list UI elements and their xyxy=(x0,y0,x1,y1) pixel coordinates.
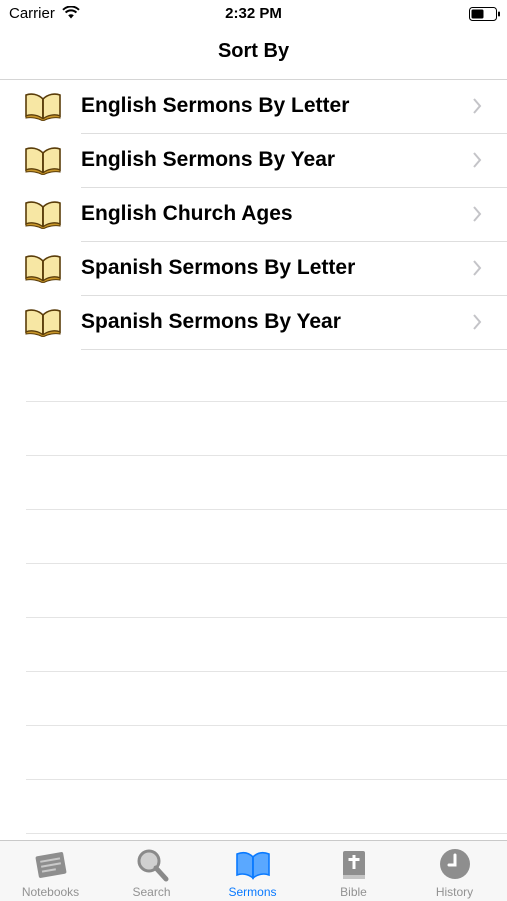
list-item-label: English Sermons By Year xyxy=(81,148,336,171)
page-title: Sort By xyxy=(217,40,290,62)
status-bar: Carrier 2:32 PM xyxy=(0,0,507,28)
chevron-right-icon xyxy=(473,98,482,114)
chevron-right-icon xyxy=(473,260,482,276)
list-item-label: English Sermons By Letter xyxy=(81,94,350,117)
tab-label: Sermons xyxy=(228,885,277,899)
open-book-icon xyxy=(235,851,270,880)
empty-row-divider xyxy=(26,563,507,564)
notebook-icon xyxy=(35,852,66,878)
bible-icon xyxy=(342,851,365,879)
list-item[interactable]: Spanish Sermons By Year xyxy=(0,296,507,350)
tab-label: Notebooks xyxy=(21,885,80,899)
list-item-label: Spanish Sermons By Letter xyxy=(81,256,356,279)
list-item[interactable]: English Sermons By Year xyxy=(0,134,507,188)
chevron-right-icon xyxy=(473,206,482,222)
tab-sermons[interactable]: Sermons xyxy=(202,841,303,901)
clock-time: 2:32 PM xyxy=(225,5,282,22)
book-icon xyxy=(25,255,61,283)
tab-bar: Notebooks Search Sermons Bible History xyxy=(0,840,507,901)
tab-label: Bible xyxy=(340,885,367,899)
list-item-label: Spanish Sermons By Year xyxy=(81,310,341,333)
sort-options-list: English Sermons By Letter English Sermon… xyxy=(0,80,507,350)
empty-row-divider xyxy=(26,455,507,456)
list-item[interactable]: Spanish Sermons By Letter xyxy=(0,242,507,296)
chevron-right-icon xyxy=(473,152,482,168)
magnifier-icon xyxy=(137,849,168,882)
book-icon xyxy=(25,309,61,337)
empty-row-divider xyxy=(26,401,507,402)
tab-label: Search xyxy=(132,885,171,899)
empty-row-divider xyxy=(26,779,507,780)
book-icon xyxy=(25,93,61,121)
chevron-right-icon xyxy=(473,314,482,330)
empty-row-divider xyxy=(26,833,507,834)
empty-row-divider xyxy=(26,509,507,510)
book-icon xyxy=(25,147,61,175)
list-item[interactable]: English Sermons By Letter xyxy=(0,80,507,134)
empty-row-divider xyxy=(26,725,507,726)
tab-bible[interactable]: Bible xyxy=(303,841,404,901)
list-item-label: English Church Ages xyxy=(81,202,293,225)
battery-icon xyxy=(469,7,500,21)
clock-icon xyxy=(439,849,470,879)
tab-history[interactable]: History xyxy=(404,841,505,901)
row-divider xyxy=(81,349,507,350)
tab-search[interactable]: Search xyxy=(101,841,202,901)
tab-notebooks[interactable]: Notebooks xyxy=(0,841,101,901)
tab-label: History xyxy=(435,885,474,899)
empty-row-divider xyxy=(26,671,507,672)
book-icon xyxy=(25,201,61,229)
list-item[interactable]: English Church Ages xyxy=(0,188,507,242)
empty-row-divider xyxy=(26,617,507,618)
